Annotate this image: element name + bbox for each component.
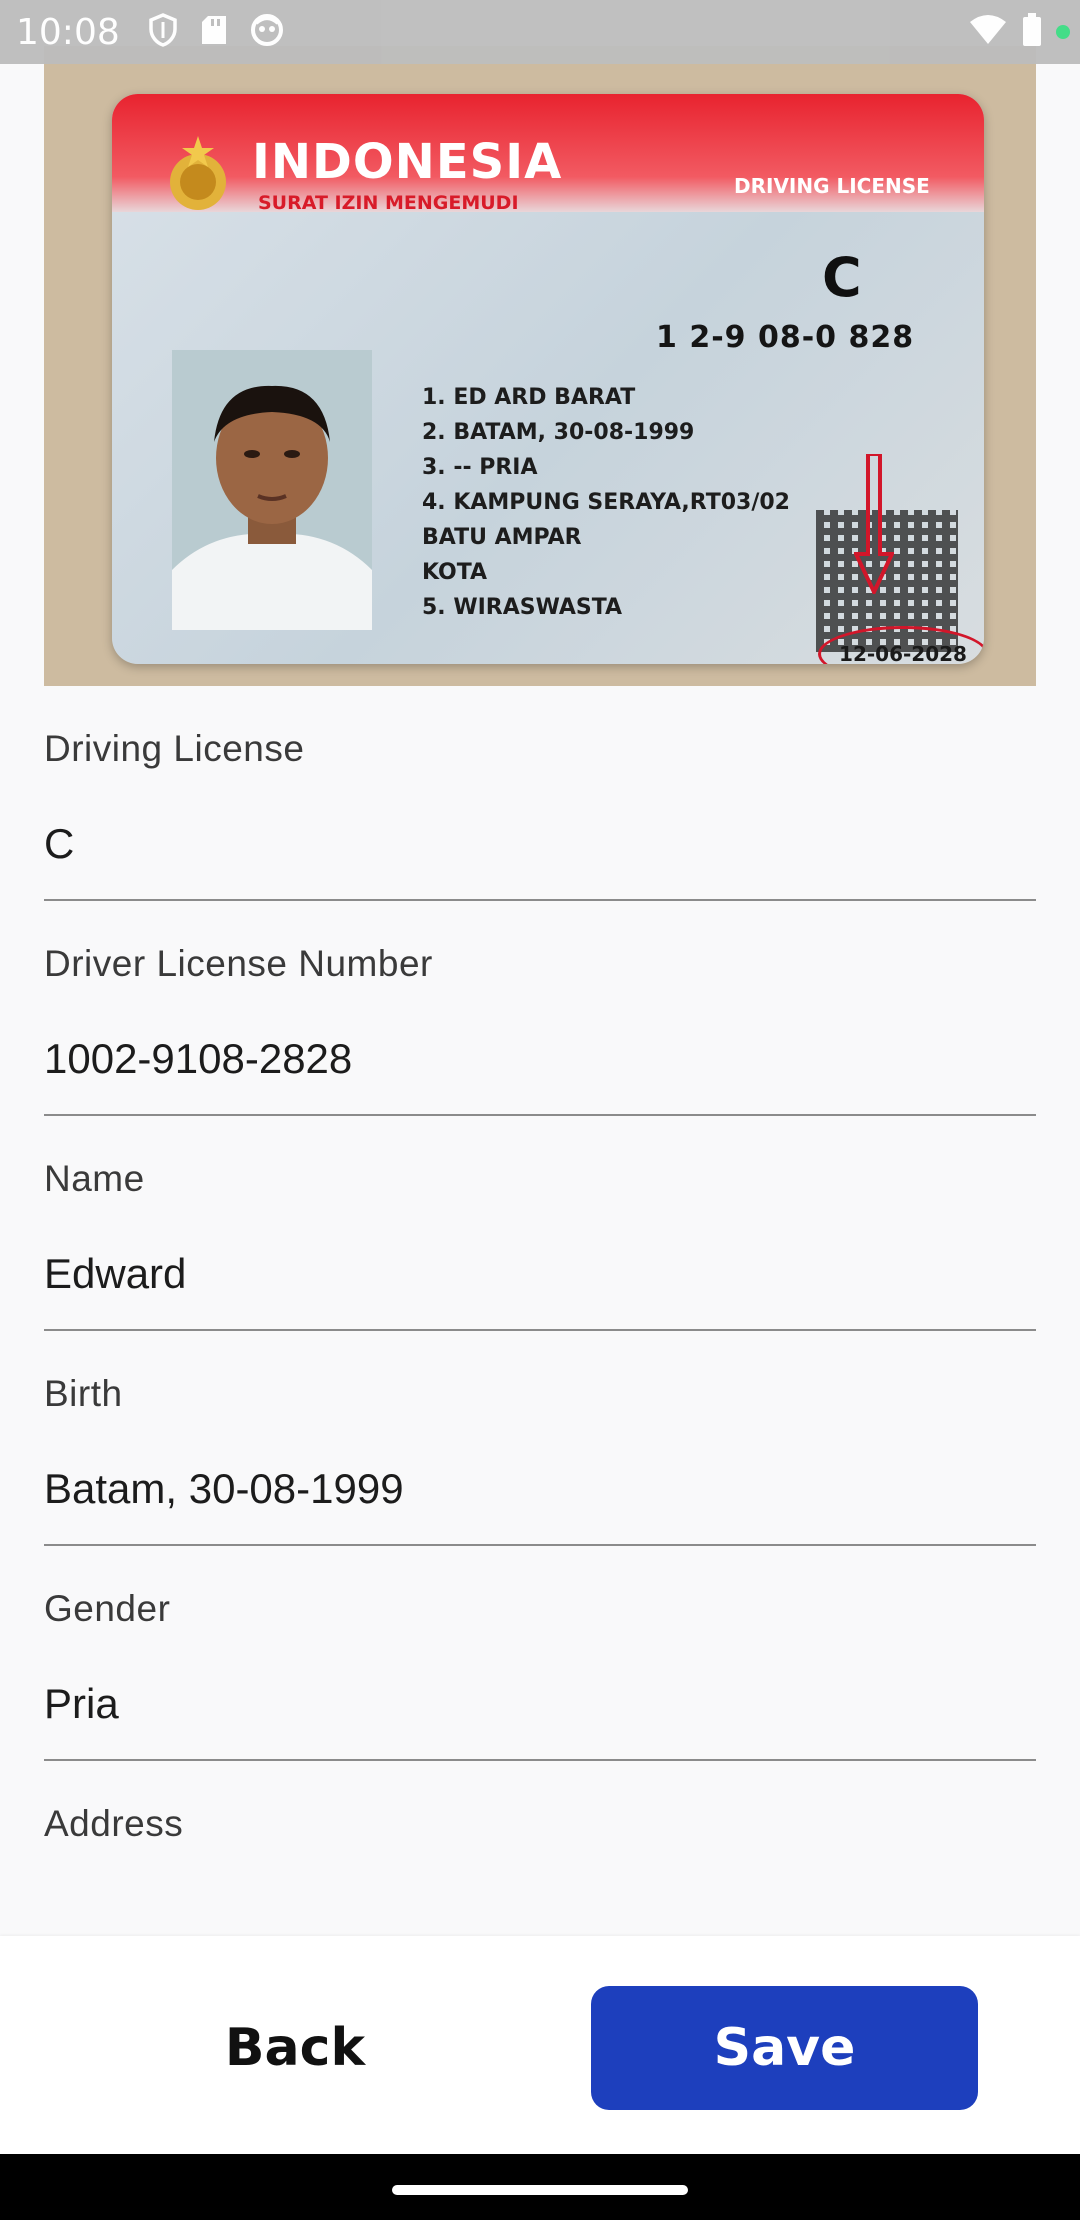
card-line-birth: 2. BATAM, 30-08-1999	[422, 420, 695, 445]
field-label: Name	[44, 1158, 145, 1199]
card-line-address: 4. KAMPUNG SERAYA,RT03/02	[422, 490, 790, 515]
arrow-down-icon	[854, 454, 894, 594]
name-input[interactable]: Edward	[44, 1250, 186, 1298]
system-nav-bar	[0, 2154, 1080, 2220]
license-form: Driving License C Driver License Number …	[44, 686, 1036, 2021]
card-line-name: 1. ED ARD BARAT	[422, 385, 636, 410]
card-details: 1. ED ARD BARAT 2. BATAM, 30-08-1999 3. …	[422, 380, 790, 625]
field-label: Gender	[44, 1588, 171, 1629]
gender-input[interactable]: Pria	[44, 1680, 119, 1728]
license-image: INDONESIA SURAT IZIN MENGEMUDI DRIVING L…	[44, 46, 1036, 686]
card-line-address-2: BATU AMPAR	[422, 525, 582, 550]
field-gender[interactable]: Gender Pria	[44, 1546, 1036, 1761]
card-line-address-3: KOTA	[422, 560, 488, 585]
privacy-indicator-icon	[1056, 25, 1070, 39]
card-country: INDONESIA	[252, 134, 563, 190]
field-license-number[interactable]: Driver License Number 1002-9108-2828	[44, 901, 1036, 1116]
sd-card-icon	[200, 14, 228, 50]
back-button[interactable]: Back	[160, 1986, 430, 2110]
card-line-occupation: 5. WIRASWASTA	[422, 595, 623, 620]
field-label: Birth	[44, 1373, 123, 1414]
field-driving-license[interactable]: Driving License C	[44, 686, 1036, 901]
status-left-icons	[148, 13, 284, 51]
birth-input[interactable]: Batam, 30-08-1999	[44, 1465, 404, 1513]
battery-icon	[1022, 13, 1042, 51]
holder-photo	[172, 350, 372, 630]
status-bar: 10:08	[0, 0, 1080, 64]
field-label: Address	[44, 1803, 184, 1844]
wifi-icon	[968, 14, 1008, 50]
notification-face-icon	[250, 13, 284, 51]
card-class: C	[822, 246, 862, 309]
shield-icon	[148, 13, 178, 51]
license-review-screen: 10:08 INDONESIA SURAT IZIN MENGEMUDI DRI…	[0, 0, 1080, 2220]
field-name[interactable]: Name Edward	[44, 1116, 1036, 1331]
license-card: INDONESIA SURAT IZIN MENGEMUDI DRIVING L…	[112, 94, 984, 664]
driving-license-input[interactable]: C	[44, 820, 74, 868]
bottom-action-bar: Back Save	[0, 1936, 1080, 2154]
card-subtitle: SURAT IZIN MENGEMUDI	[258, 192, 519, 214]
field-label: Driver License Number	[44, 943, 433, 984]
field-birth[interactable]: Birth Batam, 30-08-1999	[44, 1331, 1036, 1546]
field-label: Driving License	[44, 728, 305, 769]
police-emblem-icon	[170, 136, 226, 210]
home-gesture-handle[interactable]	[392, 2185, 688, 2195]
card-type-label: DRIVING LICENSE	[734, 174, 930, 198]
license-number-input[interactable]: 1002-9108-2828	[44, 1035, 352, 1083]
card-number: 1 2-9 08-0 828	[656, 320, 915, 355]
card-line-gender: 3. -- PRIA	[422, 455, 538, 480]
status-time: 10:08	[16, 11, 120, 53]
status-right-icons	[968, 0, 1070, 64]
save-button[interactable]: Save	[591, 1986, 978, 2110]
